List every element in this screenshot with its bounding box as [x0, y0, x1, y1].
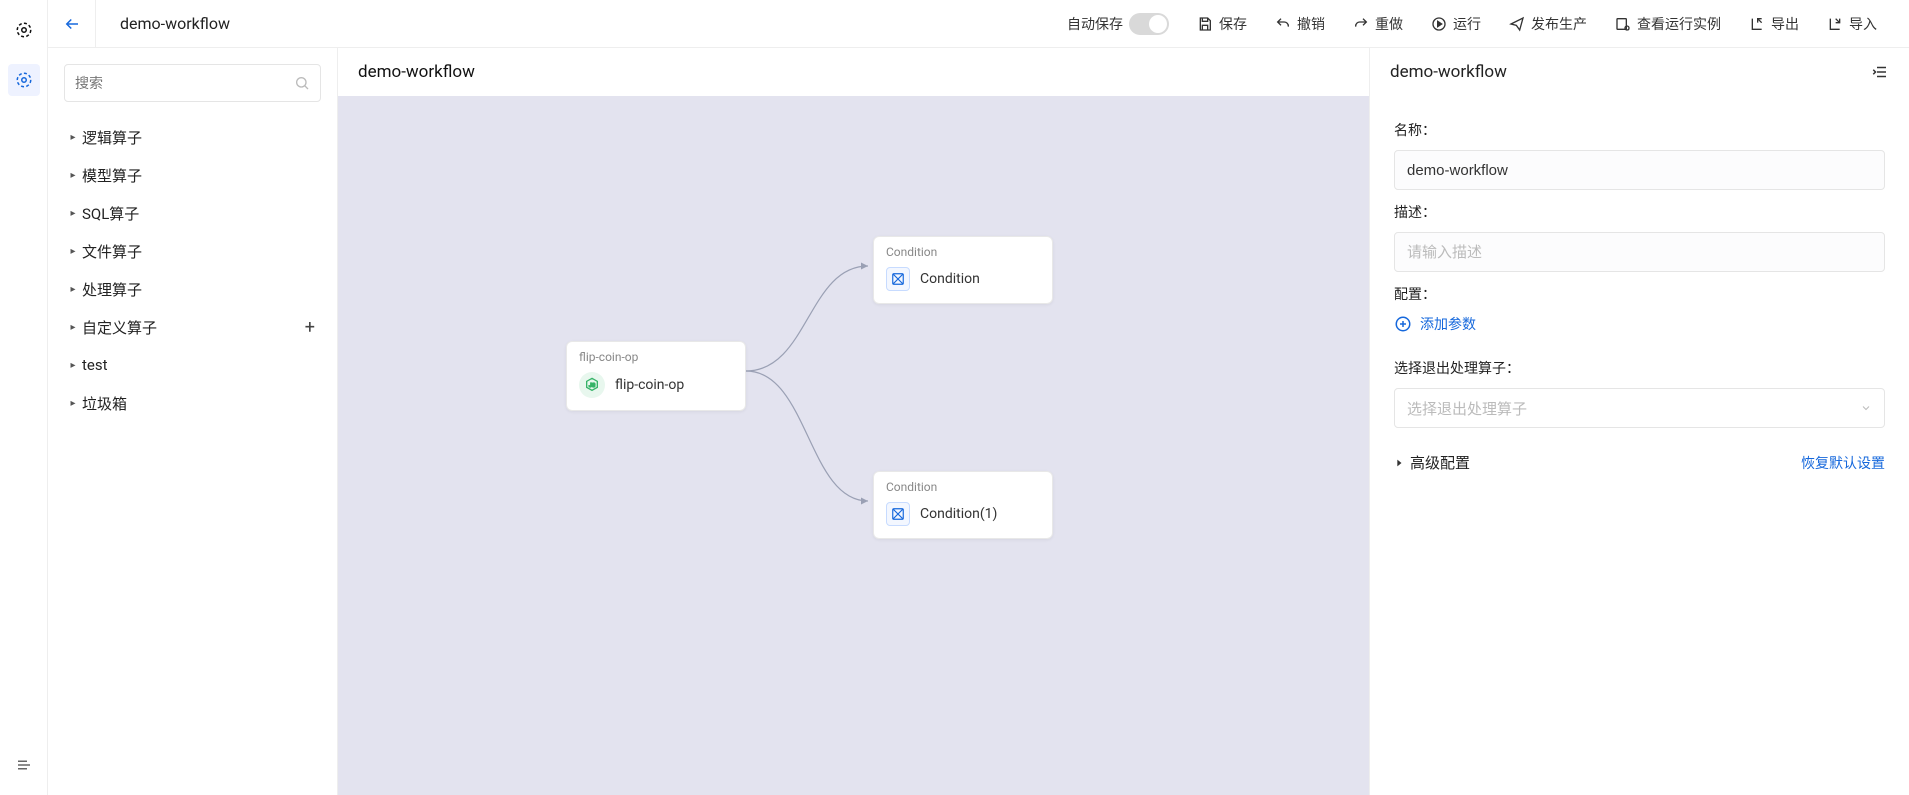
node-flip-coin[interactable]: flip-coin-op JS flip-coin-op [566, 341, 746, 411]
exit-placeholder: 选择退出处理算子 [1407, 398, 1527, 419]
restore-defaults-link[interactable]: 恢复默认设置 [1801, 453, 1885, 473]
canvas-title: demo-workflow [338, 48, 1369, 96]
sidebar-item-label: 处理算子 [82, 279, 321, 300]
instances-button[interactable]: 查看运行实例 [1603, 0, 1733, 48]
run-button[interactable]: 运行 [1419, 0, 1493, 48]
nav-workflow-icon[interactable] [8, 64, 40, 96]
caret-right-icon: ▸ [64, 284, 82, 295]
sidebar-item[interactable]: ▸逻辑算子 [64, 118, 321, 156]
workflow-name: demo-workflow [100, 14, 250, 33]
plus-circle-icon [1394, 315, 1412, 333]
add-operator-button[interactable]: + [305, 317, 321, 338]
autosave-label: 自动保存 [1067, 14, 1123, 34]
caret-right-icon: ▸ [64, 322, 82, 333]
caret-right-icon [1394, 458, 1404, 468]
sidebar-item[interactable]: ▸SQL算子 [64, 194, 321, 232]
export-icon [1749, 16, 1765, 32]
collapse-rail-icon[interactable] [8, 749, 40, 781]
node-condition-2[interactable]: Condition Condition(1) [873, 471, 1053, 539]
save-button[interactable]: 保存 [1185, 0, 1259, 48]
import-button[interactable]: 导入 [1815, 0, 1889, 48]
caret-right-icon: ▸ [64, 208, 82, 219]
caret-right-icon: ▸ [64, 246, 82, 257]
inspector-panel: demo-workflow 名称： 描述： 配置： 添加参数 选择退出处理算子： [1369, 48, 1909, 795]
export-button[interactable]: 导出 [1737, 0, 1811, 48]
caret-right-icon: ▸ [64, 360, 82, 371]
caret-right-icon: ▸ [64, 132, 82, 143]
add-param-button[interactable]: 添加参数 [1394, 314, 1885, 334]
redo-button[interactable]: 重做 [1341, 0, 1415, 48]
node-header: Condition [874, 237, 1052, 259]
sidebar-item-label: SQL算子 [82, 203, 321, 224]
sidebar-item-label: 垃圾箱 [82, 393, 321, 414]
logo-icon [8, 14, 40, 46]
sidebar-item-label: 文件算子 [82, 241, 321, 262]
send-icon [1509, 16, 1525, 32]
exit-label: 选择退出处理算子： [1394, 358, 1885, 378]
condition-icon [886, 502, 910, 526]
sidebar-item[interactable]: ▸模型算子 [64, 156, 321, 194]
sidebar-item-label: 模型算子 [82, 165, 321, 186]
node-header: flip-coin-op [567, 342, 745, 364]
topbar: demo-workflow 自动保存 保存 撤销 重做 运行 [48, 0, 1909, 48]
import-icon [1827, 16, 1843, 32]
search-icon [294, 75, 310, 91]
name-label: 名称： [1394, 120, 1885, 140]
back-button[interactable] [48, 0, 96, 48]
condition-icon [886, 267, 910, 291]
sidebar-item-label: test [82, 356, 321, 374]
search-input-wrap[interactable] [64, 64, 321, 102]
desc-label: 描述： [1394, 202, 1885, 222]
node-label: Condition(1) [920, 506, 997, 522]
node-header: Condition [874, 472, 1052, 494]
name-field[interactable] [1394, 150, 1885, 190]
inspector-title: demo-workflow [1390, 62, 1507, 82]
publish-button[interactable]: 发布生产 [1497, 0, 1599, 48]
play-icon [1431, 16, 1447, 32]
node-label: flip-coin-op [615, 377, 684, 393]
caret-right-icon: ▸ [64, 170, 82, 181]
node-condition-1[interactable]: Condition Condition [873, 236, 1053, 304]
left-rail [0, 0, 48, 795]
operator-sidebar: ▸逻辑算子▸模型算子▸SQL算子▸文件算子▸处理算子▸自定义算子+▸test▸垃… [48, 48, 338, 795]
switch-icon[interactable] [1129, 13, 1169, 35]
workflow-canvas[interactable]: flip-coin-op JS flip-coin-op Condition [338, 96, 1369, 795]
sidebar-item[interactable]: ▸test [64, 346, 321, 384]
nodejs-icon: JS [579, 372, 605, 398]
undo-icon [1275, 16, 1291, 32]
search-input[interactable] [75, 75, 294, 91]
exit-select[interactable]: 选择退出处理算子 [1394, 388, 1885, 428]
undo-button[interactable]: 撤销 [1263, 0, 1337, 48]
sidebar-item[interactable]: ▸自定义算子+ [64, 308, 321, 346]
list-search-icon [1615, 16, 1631, 32]
sidebar-item-label: 自定义算子 [82, 317, 305, 338]
sidebar-item[interactable]: ▸处理算子 [64, 270, 321, 308]
caret-right-icon: ▸ [64, 398, 82, 409]
save-icon [1197, 16, 1213, 32]
desc-field[interactable] [1394, 232, 1885, 272]
config-label: 配置： [1394, 284, 1885, 304]
sidebar-item-label: 逻辑算子 [82, 127, 321, 148]
svg-text:JS: JS [589, 383, 596, 389]
chevron-down-icon [1860, 402, 1872, 414]
sidebar-item[interactable]: ▸文件算子 [64, 232, 321, 270]
edges [338, 96, 1369, 795]
sidebar-item[interactable]: ▸垃圾箱 [64, 384, 321, 422]
autosave-toggle[interactable]: 自动保存 [1055, 0, 1181, 48]
advanced-toggle[interactable]: 高级配置 [1394, 452, 1470, 473]
collapse-panel-icon[interactable] [1871, 63, 1889, 81]
node-label: Condition [920, 271, 980, 287]
redo-icon [1353, 16, 1369, 32]
